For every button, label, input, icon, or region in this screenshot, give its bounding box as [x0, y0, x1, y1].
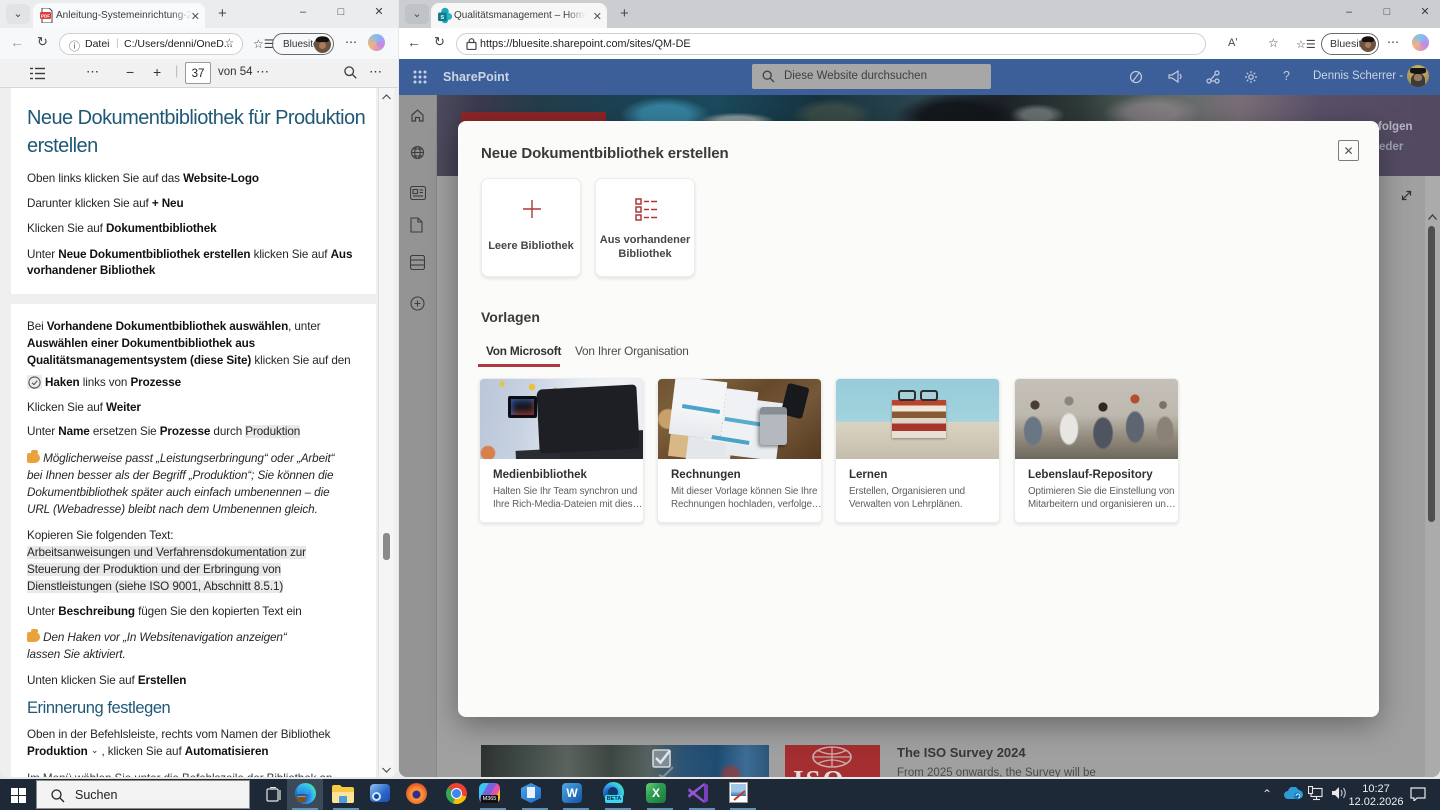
svg-text:s: s: [440, 14, 444, 21]
svg-text:PDF: PDF: [41, 14, 50, 19]
